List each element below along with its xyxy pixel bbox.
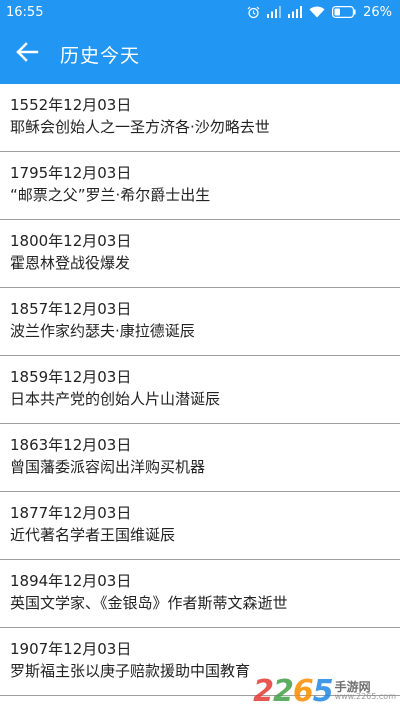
event-date: 1795年12月03日 — [10, 164, 132, 182]
battery-icon — [332, 6, 356, 18]
battery-level: 26% — [363, 4, 392, 20]
list-item[interactable]: 1857年12月03日 波兰作家约瑟夫·康拉德诞辰 — [0, 288, 400, 356]
event-description: 波兰作家约瑟夫·康拉德诞辰 — [10, 322, 195, 340]
event-description: 近代著名学者王国维诞辰 — [10, 526, 176, 544]
back-button[interactable] — [2, 24, 52, 84]
list-item[interactable]: 1859年12月03日 日本共产党的创始人片山潜诞辰 — [0, 356, 400, 424]
alarm-icon — [247, 6, 260, 19]
event-description: 英国文学家、《金银岛》作者斯蒂文森逝世 — [10, 594, 288, 612]
watermark-logo: 2265 — [253, 673, 333, 709]
list-item[interactable]: 1795年12月03日 “邮票之父”罗兰·希尔爵士出生 — [0, 152, 400, 220]
history-event-list: 1552年12月03日 耶稣会创始人之一圣方济各·沙勿略去世 1795年12月0… — [0, 84, 400, 696]
event-date: 1859年12月03日 — [10, 368, 132, 386]
event-date: 1800年12月03日 — [10, 232, 132, 250]
event-date: 1877年12月03日 — [10, 504, 132, 522]
list-item[interactable]: 1863年12月03日 曾国藩委派容闳出洋购买机器 — [0, 424, 400, 492]
watermark-text: 手游网 www.2265.com — [334, 680, 396, 701]
event-date: 1857年12月03日 — [10, 300, 132, 318]
event-description: 日本共产党的创始人片山潜诞辰 — [10, 390, 221, 408]
list-item[interactable]: 1894年12月03日 英国文学家、《金银岛》作者斯蒂文森逝世 — [0, 560, 400, 628]
event-description: “邮票之父”罗兰·希尔爵士出生 — [10, 186, 211, 204]
list-item[interactable]: 1877年12月03日 近代著名学者王国维诞辰 — [0, 492, 400, 560]
signal-icon-2 — [288, 6, 303, 18]
event-date: 1894年12月03日 — [10, 572, 132, 590]
event-description: 霍恩林登战役爆发 — [10, 254, 131, 272]
event-description: 耶稣会创始人之一圣方济各·沙勿略去世 — [10, 118, 270, 136]
list-item[interactable]: 1800年12月03日 霍恩林登战役爆发 — [0, 220, 400, 288]
wifi-icon — [309, 6, 325, 18]
page-title: 历史今天 — [60, 44, 141, 67]
event-date: 1552年12月03日 — [10, 96, 132, 114]
app-bar: 历史今天 — [0, 24, 400, 84]
status-bar: 16:55 26% — [0, 0, 400, 24]
event-date: 1863年12月03日 — [10, 436, 132, 454]
event-description: 曾国藩委派容闳出洋购买机器 — [10, 458, 206, 476]
signal-icon — [267, 6, 282, 18]
list-item[interactable]: 1552年12月03日 耶稣会创始人之一圣方济各·沙勿略去世 — [0, 84, 400, 152]
site-watermark: 2265 手游网 www.2265.com — [253, 673, 396, 709]
arrow-left-icon — [15, 42, 39, 66]
status-time: 16:55 — [6, 4, 44, 20]
event-date: 1907年12月03日 — [10, 640, 132, 658]
status-icons: 26% — [247, 5, 392, 20]
